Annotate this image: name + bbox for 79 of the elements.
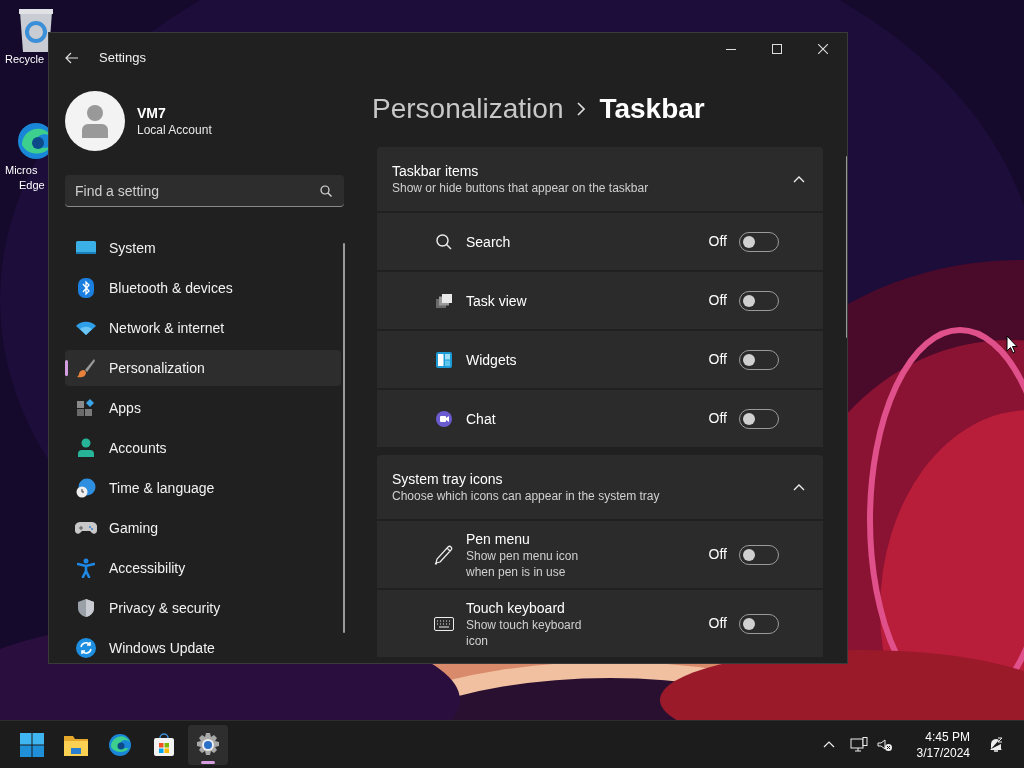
video-chat-icon (436, 410, 452, 427)
setting-label: Search (466, 232, 512, 251)
store-bag-icon (153, 732, 175, 757)
minimize-icon (726, 48, 736, 50)
desktop-icon-label[interactable]: Edge (19, 178, 45, 193)
edge-icon (108, 732, 132, 757)
account-type: Local Account (137, 122, 212, 138)
keyboard-icon (434, 616, 454, 631)
section-header[interactable]: System tray icons Choose which icons can appear in the system tray (377, 455, 823, 519)
folder-icon (64, 733, 88, 756)
gamepad-icon (75, 520, 97, 536)
section-title: System tray icons (392, 470, 504, 488)
setting-label: Widgets (466, 350, 518, 369)
wired-network-icon (849, 736, 868, 753)
nav-item[interactable]: Windows Update (65, 630, 341, 663)
windows-logo-icon (20, 732, 44, 757)
stacked-squares-icon (436, 293, 452, 308)
toggle-state: Off (708, 614, 727, 633)
toggle-state: Off (708, 291, 727, 310)
search-field[interactable]: Find a setting (65, 175, 344, 207)
setting-label: Touch keyboard (466, 598, 566, 617)
taskbar-button[interactable] (188, 724, 228, 765)
nav-item[interactable]: System (65, 230, 341, 266)
bluetooth-icon (78, 278, 94, 298)
nav-item[interactable]: Bluetooth & devices (65, 270, 341, 306)
setting-description: Show touch keyboard icon (466, 616, 583, 649)
nav-item[interactable]: Accessibility (65, 550, 341, 586)
maximize-icon (772, 44, 782, 54)
clock-time[interactable]: 4:45 PM (925, 728, 970, 745)
setting-label: Pen menu (466, 529, 531, 548)
nav-item[interactable]: Privacy & security (65, 590, 341, 626)
desktop-icon-label[interactable]: Micros (5, 163, 38, 178)
cursor-icon (1006, 335, 1018, 354)
scrollbar[interactable] (343, 243, 345, 633)
monitor-icon (76, 240, 96, 256)
setting-description: Show pen menu icon when pen is in use (466, 547, 580, 580)
nav-item[interactable]: Accounts (65, 430, 341, 466)
chevron-up-icon (822, 741, 835, 748)
nav-item[interactable]: Apps (65, 390, 341, 426)
close-icon (818, 44, 828, 54)
globe-clock-icon (76, 478, 96, 498)
setting-label: Task view (466, 291, 528, 310)
section-description: Show or hide buttons that appear on the taskbar (392, 180, 650, 196)
section-title: Taskbar items (392, 162, 480, 180)
gear-icon (196, 732, 220, 757)
shield-icon (77, 598, 95, 618)
section-description: Choose which icons can appear in the system tray (392, 488, 661, 504)
clock-date[interactable]: 3/17/2024 (916, 744, 970, 761)
setting-label: Chat (466, 409, 497, 428)
toggle-state: Off (708, 545, 727, 564)
person-icon (77, 438, 95, 458)
section-header[interactable]: Taskbar items Show or hide buttons that appear on the taskbar (377, 147, 823, 211)
nav-item[interactable]: Gaming (65, 510, 341, 546)
accessibility-icon (77, 558, 95, 578)
chevron-right-icon (577, 102, 586, 116)
refresh-icon (76, 638, 96, 658)
nav-item[interactable]: Network & internet (65, 310, 341, 346)
widgets-icon (436, 351, 452, 368)
nav-item[interactable]: Time & language (65, 470, 341, 506)
wifi-icon (76, 321, 96, 335)
apps-icon (76, 398, 96, 418)
toggle-state: Off (708, 232, 727, 251)
desktop-icon-label[interactable]: Recycle (5, 52, 45, 67)
toggle-state: Off (708, 409, 727, 428)
account-name: VM7 (137, 104, 167, 122)
selection-indicator (65, 360, 68, 376)
person-icon (80, 104, 110, 138)
back-arrow-icon (65, 52, 79, 64)
muted-speaker-icon (876, 737, 893, 752)
search-icon (320, 185, 332, 197)
page-title: Taskbar (599, 92, 705, 126)
bell-snooze-icon (988, 736, 1004, 753)
search-icon (436, 233, 452, 250)
brush-icon (76, 358, 96, 378)
pen-icon (434, 544, 454, 565)
toggle-state: Off (708, 350, 727, 369)
window-title: Settings (99, 49, 146, 68)
breadcrumb-link[interactable]: Personalization (372, 88, 564, 130)
nav-item[interactable]: Personalization (65, 350, 341, 386)
